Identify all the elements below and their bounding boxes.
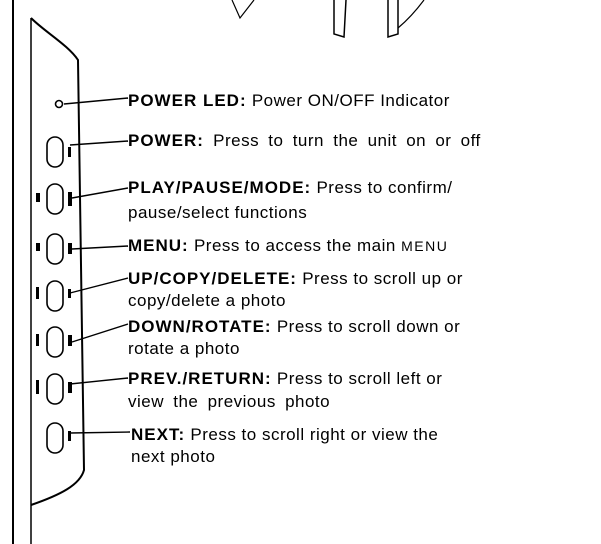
label-down-rotate: DOWN/ROTATE: Press to scroll down or (128, 317, 461, 336)
label-up-copy-delete: UP/COPY/DELETE: Press to scroll up or (128, 269, 463, 288)
label-prev-return-line2: view the previous photo (128, 392, 331, 411)
label-play-pause-mode-line2: pause/select functions (128, 203, 308, 222)
label-play-pause-mode: PLAY/PAUSE/MODE: Press to confirm/ (128, 178, 453, 197)
label-menu: MENU: Press to access the main MENU (128, 236, 449, 255)
label-power-led: POWER LED: Power ON/OFF Indicator (128, 91, 450, 110)
label-down-rotate-line2: rotate a photo (128, 339, 240, 358)
label-next: NEXT: Press to scroll right or view the (131, 425, 439, 444)
label-up-copy-delete-line2: copy/delete a photo (128, 291, 286, 310)
label-prev-return: PREV./RETURN: Press to scroll left or (128, 369, 443, 388)
label-next-line2: next photo (131, 447, 216, 466)
label-power: POWER: Press to turn the unit on or off (128, 131, 481, 150)
